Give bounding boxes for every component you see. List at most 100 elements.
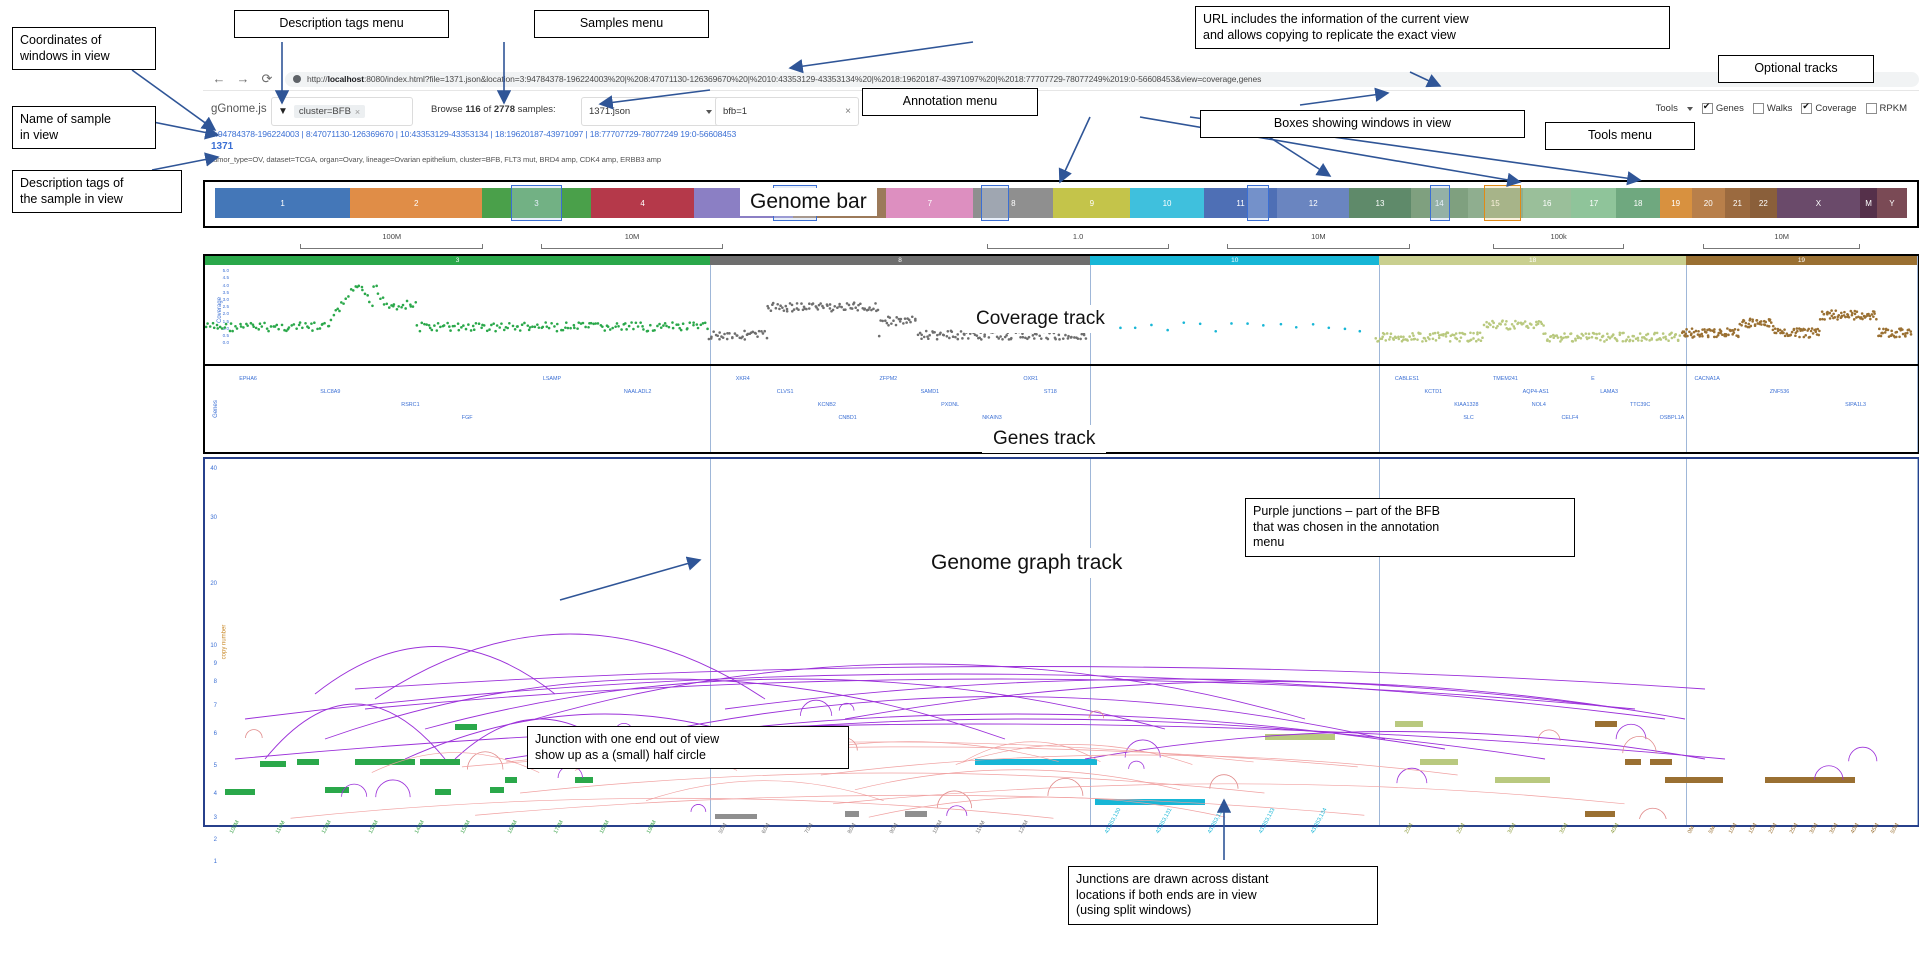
genome-graph-track[interactable]: copy number 40 30 20 10 9 8 7 6 5 4 3 2 1: [203, 457, 1919, 865]
tools-menu-label[interactable]: Tools: [1656, 103, 1678, 114]
genome-interval-node[interactable]: [905, 811, 927, 817]
junction-arc[interactable]: [264, 703, 446, 760]
gene-label[interactable]: KIAA1328: [1454, 402, 1478, 408]
chromosome-Y[interactable]: Y: [1876, 188, 1907, 218]
gene-label[interactable]: LAMA3: [1600, 389, 1618, 395]
checkbox-walks[interactable]: [1752, 103, 1764, 114]
gene-label[interactable]: OSBPL1A: [1660, 415, 1685, 421]
gene-label[interactable]: E: [1591, 376, 1595, 382]
genome-interval-node[interactable]: [380, 759, 396, 765]
genome-interval-node[interactable]: [490, 787, 504, 793]
half-circle-junction[interactable]: [1209, 774, 1239, 789]
toggle-coverage[interactable]: Coverage: [1801, 101, 1857, 114]
chromosome-2[interactable]: 2: [350, 188, 483, 218]
chromosome-3[interactable]: 3: [482, 188, 591, 218]
chromosome-18[interactable]: 18: [1616, 188, 1660, 218]
chromosome-9[interactable]: 9: [1053, 188, 1131, 218]
half-circle-junction[interactable]: [946, 805, 968, 816]
chevron-down-icon[interactable]: [1686, 106, 1693, 111]
chromosome-X[interactable]: X: [1776, 188, 1861, 218]
genome-interval-node[interactable]: [715, 814, 757, 819]
chromosome-7[interactable]: 7: [886, 188, 974, 218]
toggle-walks[interactable]: Walks: [1752, 103, 1792, 114]
chromosome-8[interactable]: 8: [973, 188, 1054, 218]
genome-interval-node[interactable]: [1395, 721, 1423, 727]
chromosome-17[interactable]: 17: [1571, 188, 1617, 218]
gene-label[interactable]: CELF4: [1561, 415, 1578, 421]
chromosome-1[interactable]: 1: [215, 188, 351, 218]
half-circle-junction[interactable]: [1615, 723, 1647, 740]
chromosome-ideogram[interactable]: 12345678910111213141516171819202122XMY: [215, 185, 1907, 221]
gene-label[interactable]: EPHA6: [239, 376, 257, 382]
chromosome-14[interactable]: 14: [1410, 188, 1468, 218]
checkbox-coverage[interactable]: [1801, 101, 1813, 114]
genome-interval-node[interactable]: [1420, 759, 1458, 765]
gene-label[interactable]: NKAIN3: [982, 415, 1001, 421]
chromosome-22[interactable]: 22: [1749, 188, 1777, 218]
close-icon[interactable]: ×: [845, 106, 851, 117]
gene-label[interactable]: CACNA1A: [1694, 376, 1719, 382]
gene-label[interactable]: RSRC1: [401, 402, 419, 408]
description-tags-filter[interactable]: ▼ cluster=BFB ×: [271, 97, 413, 126]
gene-label[interactable]: XKR4: [736, 376, 750, 382]
genome-interval-node[interactable]: [575, 777, 593, 783]
genome-interval-node[interactable]: [505, 777, 517, 783]
half-circle-junction[interactable]: [467, 751, 504, 770]
gene-label[interactable]: KCTD1: [1425, 389, 1443, 395]
gene-label[interactable]: KCNB2: [818, 402, 836, 408]
window-header-10[interactable]: 10: [1090, 256, 1380, 265]
half-circle-junction[interactable]: [690, 804, 707, 812]
annotation-menu[interactable]: bfb=1 ×: [715, 97, 859, 126]
genome-interval-node[interactable]: [1625, 759, 1641, 765]
gene-label[interactable]: AQP4-AS1: [1523, 389, 1549, 395]
genome-interval-node[interactable]: [260, 761, 286, 767]
gene-label[interactable]: ST18: [1044, 389, 1057, 395]
gene-label[interactable]: CNBD1: [838, 415, 856, 421]
toggle-genes[interactable]: Genes: [1701, 101, 1744, 114]
gene-label[interactable]: SAMD1: [921, 389, 940, 395]
genome-interval-node[interactable]: [1495, 777, 1550, 783]
chromosome-21[interactable]: 21: [1724, 188, 1750, 218]
genome-interval-node[interactable]: [455, 724, 467, 730]
junction-arc[interactable]: [314, 646, 556, 695]
genome-interval-node[interactable]: [467, 724, 477, 730]
junction-arc[interactable]: [534, 663, 1306, 720]
chromosome-11[interactable]: 11: [1203, 188, 1278, 218]
genome-interval-node[interactable]: [225, 789, 255, 795]
gene-label[interactable]: TMEM241: [1493, 376, 1518, 382]
gene-label[interactable]: SLC8A9: [320, 389, 340, 395]
genome-interval-node[interactable]: [975, 759, 1097, 765]
junction-arc[interactable]: [844, 681, 1686, 720]
gene-label[interactable]: ZNF536: [1770, 389, 1789, 395]
genome-interval-node[interactable]: [1765, 777, 1855, 783]
gene-label[interactable]: CABLES1: [1395, 376, 1419, 382]
filter-chip[interactable]: cluster=BFB ×: [293, 105, 366, 118]
chromosome-15[interactable]: 15: [1467, 188, 1523, 218]
samples-menu[interactable]: 1371.json: [581, 97, 720, 126]
half-circle-junction[interactable]: [245, 729, 263, 739]
junction-arc[interactable]: [374, 633, 766, 700]
url-input[interactable]: http://localhost:8080/index.html?file=13…: [285, 71, 1919, 87]
genome-interval-node[interactable]: [297, 759, 319, 765]
chromosome-19[interactable]: 19: [1659, 188, 1692, 218]
window-header-3[interactable]: 3: [205, 256, 711, 265]
half-circle-junction[interactable]: [1396, 768, 1428, 784]
gene-label[interactable]: SIPA1L3: [1845, 402, 1866, 408]
gene-label[interactable]: FGF: [462, 415, 473, 421]
back-arrow-icon[interactable]: ←: [211, 71, 227, 87]
close-icon[interactable]: ×: [355, 107, 360, 117]
gene-label[interactable]: ZFPM2: [880, 376, 898, 382]
forward-arrow-icon[interactable]: →: [235, 71, 251, 87]
gene-label[interactable]: NOL4: [1532, 402, 1546, 408]
gene-label[interactable]: OXR1: [1023, 376, 1038, 382]
half-circle-junction[interactable]: [375, 779, 411, 798]
reload-icon[interactable]: ⟳: [259, 71, 275, 87]
genome-interval-node[interactable]: [1595, 721, 1617, 727]
half-circle-junction[interactable]: [1848, 746, 1878, 762]
chromosome-M[interactable]: M: [1860, 188, 1877, 218]
genome-interval-node[interactable]: [1695, 777, 1723, 783]
chromosome-16[interactable]: 16: [1522, 188, 1572, 218]
chromosome-20[interactable]: 20: [1691, 188, 1725, 218]
chromosome-10[interactable]: 10: [1130, 188, 1204, 218]
genome-interval-node[interactable]: [420, 759, 460, 765]
